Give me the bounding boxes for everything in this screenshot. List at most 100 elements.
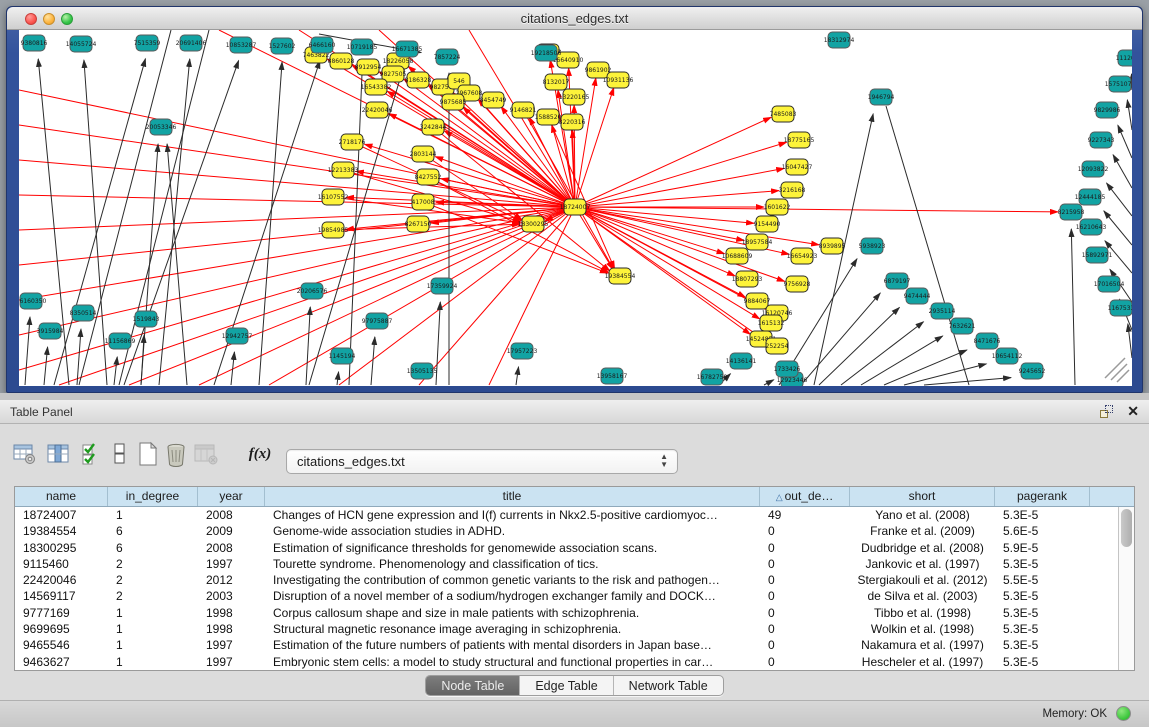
float-panel-icon[interactable] (1100, 405, 1113, 418)
column-header-name[interactable]: name (15, 487, 108, 506)
network-node-ref[interactable]: 12444185 (1075, 189, 1106, 205)
network-node-ref[interactable]: 17359924 (427, 278, 458, 294)
select-all-button[interactable] (78, 440, 106, 468)
network-node-paper[interactable]: 10688609 (722, 248, 753, 264)
network-node-paper[interactable]: 2718176 (339, 134, 366, 150)
network-node-paper[interactable]: 16543382 (361, 79, 392, 95)
network-node-paper[interactable]: 9756928 (784, 276, 811, 292)
scrollbar-thumb[interactable] (1121, 509, 1132, 547)
table-source-dropdown[interactable]: citations_edges.txt ▲▼ (286, 449, 678, 474)
network-node-ref[interactable]: 8215958 (1058, 204, 1085, 220)
network-node-ref[interactable]: 12942757 (222, 328, 253, 344)
function-builder-button[interactable]: f(x) (246, 440, 274, 468)
column-settings-button[interactable] (10, 440, 38, 468)
memory-ok-indicator[interactable] (1116, 706, 1131, 721)
cell-view-button[interactable] (106, 440, 134, 468)
network-node-paper[interactable]: 3216168 (779, 182, 806, 198)
network-node-paper[interactable]: 18807293 (732, 271, 763, 287)
network-node-ref[interactable]: 16671385 (392, 41, 423, 57)
network-node-paper[interactable]: 252254 (766, 338, 789, 354)
network-node-ref[interactable]: 20206576 (297, 283, 328, 299)
table-row[interactable]: 1830029562008Estimation of significance … (15, 540, 1118, 556)
network-node-ref[interactable]: 15892971 (1082, 247, 1113, 263)
table-row[interactable]: 1456911722003Disruption of a novel membe… (15, 588, 1118, 604)
network-node-paper[interactable]: 8912954 (355, 59, 382, 75)
network-node-ref[interactable]: 1946794 (868, 89, 895, 105)
network-node-ref[interactable]: 18312974 (824, 32, 855, 48)
network-node-ref[interactable]: 8350514 (70, 305, 97, 321)
network-node-paper[interactable]: 1615132 (758, 315, 785, 331)
network-node-paper[interactable]: 7485083 (770, 106, 797, 122)
network-node-ref[interactable]: 6879197 (884, 273, 911, 289)
column-header-title[interactable]: title (265, 487, 760, 506)
network-node-ref[interactable]: 19218506 (531, 45, 562, 61)
network-node-ref[interactable]: 9227343 (1088, 132, 1115, 148)
network-node-paper[interactable]: 1601622 (764, 199, 791, 215)
network-node-ref[interactable]: 1527602 (269, 38, 296, 54)
network-node-ref[interactable]: 1112053 (1116, 50, 1132, 66)
network-node-ref[interactable]: 1733426 (774, 361, 801, 377)
network-node-paper[interactable]: 22420046 (362, 102, 393, 118)
network-node-paper[interactable]: 16047427 (782, 159, 813, 175)
table-row[interactable]: 946554611997Estimation of the future num… (15, 637, 1118, 653)
delete-table-button[interactable] (162, 440, 190, 468)
network-node-paper[interactable]: 8186328 (405, 72, 432, 88)
network-node-ref[interactable]: 7857224 (434, 49, 461, 65)
network-node-ref[interactable]: 9474444 (904, 288, 931, 304)
network-node-ref[interactable]: 20053346 (146, 119, 177, 135)
table-row[interactable]: 1938455462009Genome-wide association stu… (15, 523, 1118, 539)
network-node-ref[interactable]: 11156869 (105, 333, 136, 349)
table-row[interactable]: 946362711997Embryonic stem cells: a mode… (15, 654, 1118, 670)
tab-network-table[interactable]: Network Table (614, 676, 723, 695)
column-header-in-degree[interactable]: in_degree (108, 487, 198, 506)
network-node-paper[interactable]: 8132017 (543, 74, 570, 90)
network-node-paper[interactable]: 1588520 (535, 109, 562, 125)
network-node-ref[interactable]: 12093822 (1078, 161, 1109, 177)
network-node-paper[interactable]: 8427552 (415, 169, 442, 185)
close-panel-icon[interactable]: ✕ (1127, 403, 1139, 420)
network-node-ref[interactable]: 10654112 (992, 348, 1023, 364)
column-header-out-degree[interactable]: △out_de… (760, 487, 850, 506)
column-header-short[interactable]: short (850, 487, 995, 506)
network-node-ref[interactable]: 6466160 (309, 37, 336, 53)
column-header-pagerank[interactable]: pagerank (995, 487, 1090, 506)
network-node-ref[interactable]: 3915984 (37, 323, 64, 339)
new-table-button[interactable] (134, 440, 162, 468)
network-node-paper[interactable]: 9154490 (754, 216, 781, 232)
column-header-year[interactable]: year (198, 487, 265, 506)
network-node-paper[interactable]: 2803144 (410, 146, 437, 162)
select-columns-button[interactable] (44, 440, 72, 468)
vertical-scrollbar[interactable] (1118, 507, 1134, 670)
table-row[interactable]: 969969511998Structural magnetic resonanc… (15, 621, 1118, 637)
citation-network-graph[interactable]: 1872400774638228860128891295418226058982… (19, 30, 1132, 386)
network-node-ref[interactable]: 1145194 (329, 348, 356, 364)
network-node-paper[interactable]: 13220165 (559, 89, 590, 105)
network-node-paper[interactable]: 8220316 (559, 114, 586, 130)
network-node-ref[interactable]: 2935114 (929, 303, 956, 319)
network-node-ref[interactable]: 7515359 (134, 35, 161, 51)
network-node-ref[interactable]: 16782759 (697, 369, 728, 385)
tab-node-table[interactable]: Node Table (426, 676, 520, 695)
table-row[interactable]: 2242004622012Investigating the contribut… (15, 572, 1118, 588)
network-node-paper[interactable]: 18957584 (742, 234, 773, 250)
network-node-ref[interactable]: 10719185 (347, 39, 378, 55)
network-node-ref[interactable]: 9829986 (1094, 102, 1121, 118)
network-node-paper[interactable]: 18775165 (784, 132, 815, 148)
network-node-ref[interactable]: 16210643 (1076, 219, 1107, 235)
network-node-paper[interactable]: 18724007 (560, 199, 591, 215)
network-node-ref[interactable]: 14055724 (66, 36, 97, 52)
network-node-ref[interactable]: 10853287 (226, 37, 257, 53)
network-node-ref[interactable]: 5938923 (859, 238, 886, 254)
network-node-ref[interactable]: 14136141 (726, 353, 757, 369)
network-node-ref[interactable]: 9380816 (21, 35, 48, 51)
network-node-paper[interactable]: 417008 (412, 194, 435, 210)
network-node-paper[interactable]: 19854985 (318, 222, 349, 238)
table-row[interactable]: 1872400712008Changes of HCN gene express… (15, 507, 1118, 523)
network-node-ref[interactable]: 7632621 (949, 318, 976, 334)
network-node-paper[interactable]: 19384554 (605, 268, 636, 284)
network-node-paper[interactable]: 16654923 (787, 248, 818, 264)
network-node-ref[interactable]: 15751074 (1105, 76, 1132, 92)
network-node-ref[interactable]: 17016504 (1094, 276, 1125, 292)
network-node-ref[interactable]: 20691406 (176, 35, 207, 51)
table-row[interactable]: 977716911998Corpus callosum shape and si… (15, 605, 1118, 621)
